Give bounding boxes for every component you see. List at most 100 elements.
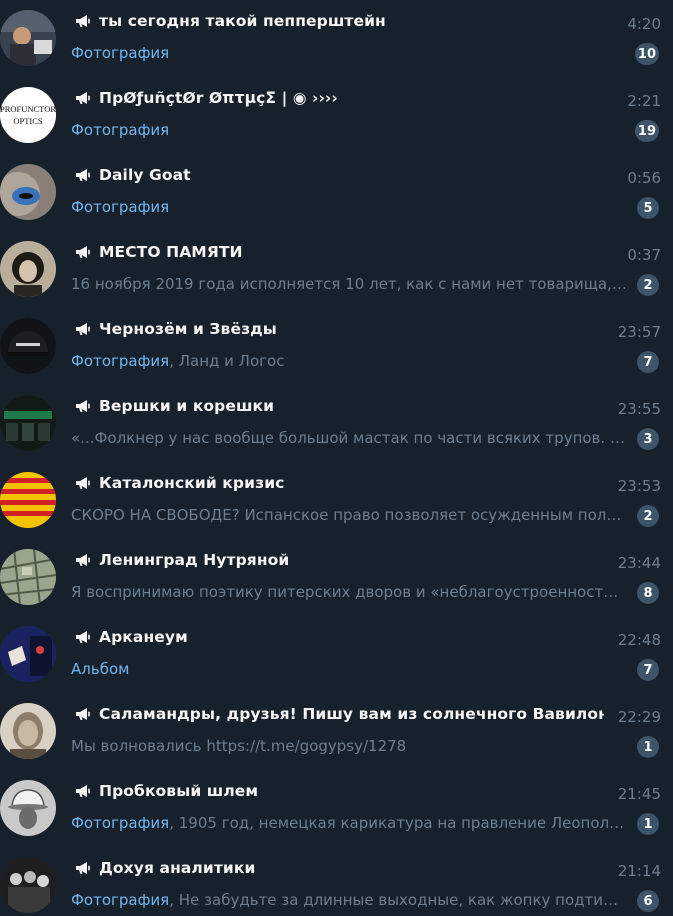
chat-time: 23:55 (617, 400, 661, 418)
chat-item[interactable]: ты сегодня такой пепперштейн 4:20 Фотогр… (0, 0, 673, 77)
megaphone-icon (76, 862, 90, 874)
chat-title: Чернозём и Звёзды (74, 320, 277, 338)
profunctor-optics-logo: PROFUNCTOR OPTICS (0, 87, 56, 143)
chat-title: Саламандры, друзья! Пишу вам из солнечно… (74, 705, 604, 723)
chat-name: Каталонский кризис (99, 474, 285, 492)
megaphone-icon (76, 400, 90, 412)
chat-item[interactable]: Ленинград Нутряной 23:44 Я воспринимаю п… (0, 539, 673, 616)
preview-media-label: Фотография (71, 891, 170, 909)
chat-name: ПрØƒuñçtØr ØπτμçΣ | ◉ ›››› (99, 89, 338, 107)
preview-separator: , (169, 352, 179, 370)
person-avatar (0, 10, 56, 66)
chat-name: Ленинград Нутряной (99, 551, 290, 569)
megaphone-icon (76, 246, 90, 258)
storefront-avatar (0, 395, 56, 451)
chat-preview: Фотография, Не забудьте за длинные выход… (71, 891, 627, 909)
band-photo-avatar (0, 857, 56, 913)
chat-item[interactable]: Пробковый шлем 21:45 Фотография, 1905 го… (0, 770, 673, 847)
preview-text: «...Фолкнер у нас вообще большой мастак … (71, 429, 627, 447)
chat-time: 0:56 (627, 169, 661, 187)
chat-title: ПрØƒuñçtØr ØπτμçΣ | ◉ ›››› (74, 89, 338, 107)
unread-count-badge: 2 (637, 274, 659, 296)
preview-text: СКОРО НА СВОБОДЕ? Испанское право позвол… (71, 506, 627, 524)
chat-time: 4:20 (627, 15, 661, 33)
svg-text:OPTICS: OPTICS (13, 116, 43, 126)
preview-text: Ланд и Логос (178, 352, 285, 370)
megaphone-icon (76, 477, 90, 489)
unread-count-badge: 10 (634, 43, 659, 65)
chat-title: Вершки и корешки (74, 397, 274, 415)
preview-separator: , (169, 814, 179, 832)
chat-preview: СКОРО НА СВОБОДЕ? Испанское право позвол… (71, 506, 627, 524)
chat-time: 23:57 (617, 323, 661, 341)
chat-title: ты сегодня такой пепперштейн (74, 12, 386, 30)
chat-name: Чернозём и Звёзды (99, 320, 277, 338)
chat-item[interactable]: PROFUNCTOR OPTICS ПрØƒuñçtØr ØπτμçΣ | ◉ ›… (0, 77, 673, 154)
black-cap-avatar (0, 318, 56, 374)
preview-text: Мы волновались https://t.me/gogypsy/1278 (71, 737, 407, 755)
chat-preview: 16 ноября 2019 года исполняется 10 лет, … (71, 275, 627, 293)
chat-item[interactable]: МЕСТО ПАМЯТИ 0:37 16 ноября 2019 года ис… (0, 231, 673, 308)
chat-item[interactable]: Саламандры, друзья! Пишу вам из солнечно… (0, 693, 673, 770)
megaphone-icon (76, 708, 90, 720)
chat-title: Дохуя аналитики (74, 859, 255, 877)
megaphone-icon (76, 92, 90, 104)
chat-preview: Фотография (71, 198, 627, 216)
chat-time: 0:37 (627, 246, 661, 264)
chat-time: 23:53 (617, 477, 661, 495)
chat-name: Саламандры, друзья! Пишу вам из солнечно… (99, 705, 604, 723)
chat-preview: «...Фолкнер у нас вообще большой мастак … (71, 429, 627, 447)
unread-count-badge: 7 (637, 351, 659, 373)
megaphone-icon (76, 785, 90, 797)
chat-time: 22:29 (617, 708, 661, 726)
preview-text: Я воспринимаю поэтику питерских дворов и… (71, 583, 627, 601)
chat-time: 21:45 (617, 785, 661, 803)
preview-media-label: Фотография (71, 121, 170, 139)
preview-media-label: Фотография (71, 198, 170, 216)
chat-preview: Фотография, 1905 год, немецкая карикатур… (71, 814, 627, 832)
preview-text: 1905 год, немецкая карикатура на правлен… (178, 814, 627, 832)
chat-title: Каталонский кризис (74, 474, 284, 492)
chat-time: 21:14 (617, 862, 661, 880)
unread-count-badge: 2 (637, 505, 659, 527)
chat-item[interactable]: Чернозём и Звёзды 23:57 Фотография, Ланд… (0, 308, 673, 385)
chat-time: 22:48 (617, 631, 661, 649)
chat-item[interactable]: Daily Goat 0:56 Фотография 5 (0, 154, 673, 231)
megaphone-icon (76, 323, 90, 335)
chat-item[interactable]: Каталонский кризис 23:53 СКОРО НА СВОБОД… (0, 462, 673, 539)
unread-count-badge: 5 (637, 197, 659, 219)
chat-name: Вершки и корешки (99, 397, 275, 415)
chat-name: ты сегодня такой пепперштейн (99, 12, 386, 30)
chat-preview: Фотография, Ланд и Логос (71, 352, 627, 370)
megaphone-icon (76, 15, 90, 27)
chat-title: МЕСТО ПАМЯТИ (74, 243, 243, 261)
chat-name: Daily Goat (99, 166, 191, 184)
chat-preview: Я воспринимаю поэтику питерских дворов и… (71, 583, 627, 601)
megaphone-icon (76, 631, 90, 643)
chat-preview: Фотография (71, 121, 627, 139)
unread-count-badge: 1 (637, 813, 659, 835)
svg-text:PROFUNCTOR: PROFUNCTOR (0, 104, 56, 114)
goat-eye-avatar (0, 164, 56, 220)
chat-preview: Мы волновались https://t.me/gogypsy/1278 (71, 737, 627, 755)
preview-media-label: Фотография (71, 44, 170, 62)
chat-title: Пробковый шлем (74, 782, 258, 800)
unread-count-badge: 6 (637, 890, 659, 912)
chat-name: Арканеум (99, 628, 188, 646)
preview-media-label: Фотография (71, 352, 170, 370)
engraved-portrait-avatar (0, 703, 56, 759)
unread-count-badge: 1 (637, 736, 659, 758)
chat-item[interactable]: Арканеум 22:48 Альбом 7 (0, 616, 673, 693)
chat-title: Daily Goat (74, 166, 191, 184)
chat-item[interactable]: Дохуя аналитики 21:14 Фотография, Не заб… (0, 847, 673, 916)
catalan-flag-avatar (0, 472, 56, 528)
megaphone-icon (76, 169, 90, 181)
chat-item[interactable]: Вершки и корешки 23:55 «...Фолкнер у нас… (0, 385, 673, 462)
preview-text: 16 ноября 2019 года исполняется 10 лет, … (71, 275, 627, 293)
old-city-map-avatar (0, 549, 56, 605)
unread-count-badge: 7 (637, 659, 659, 681)
arcane-art-avatar (0, 626, 56, 682)
preview-separator: , (169, 891, 179, 909)
chat-name: МЕСТО ПАМЯТИ (99, 243, 243, 261)
chat-list: ты сегодня такой пепперштейн 4:20 Фотогр… (0, 0, 673, 916)
